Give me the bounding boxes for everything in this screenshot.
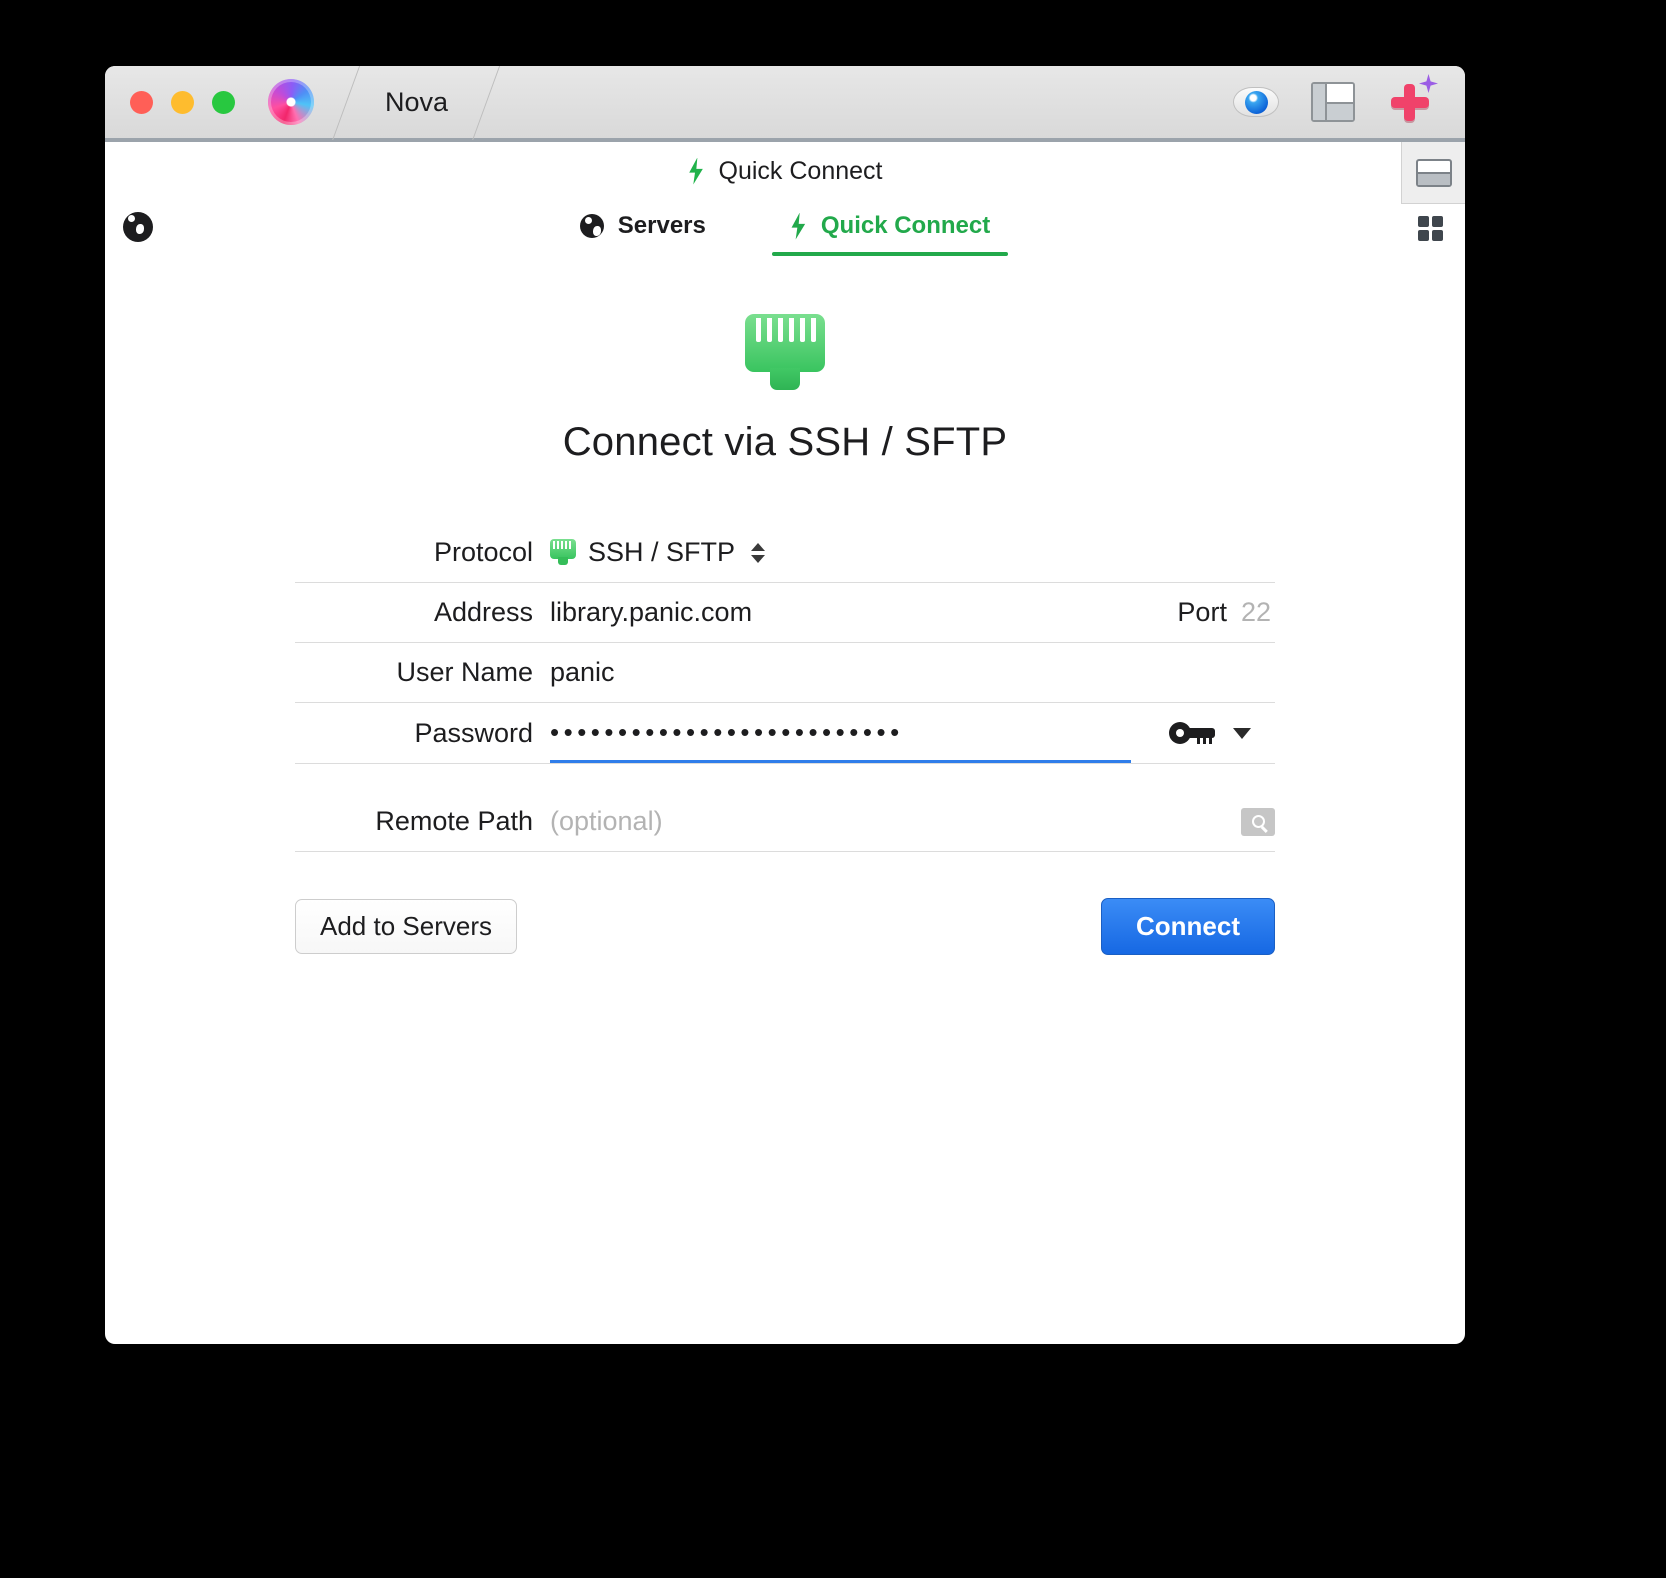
plus-sparkle-icon[interactable]	[1387, 74, 1438, 126]
address-input[interactable]: library.panic.com	[550, 597, 752, 628]
username-input[interactable]: panic	[550, 657, 615, 688]
app-window: Nova Quick Connect Servers Quick Connect…	[105, 66, 1465, 1344]
up-down-stepper-icon[interactable]	[751, 542, 766, 563]
toggle-sidebar-button[interactable]	[1401, 142, 1465, 204]
key-icon[interactable]	[1169, 722, 1215, 744]
globe-icon	[579, 214, 604, 238]
page-title: Connect via SSH / SFTP	[562, 420, 1008, 464]
port-input[interactable]: 22	[1241, 597, 1271, 628]
grid-view-icon[interactable]	[1418, 216, 1443, 241]
rj45-ethernet-icon	[550, 538, 576, 567]
remote-path-label: Remote Path	[375, 806, 533, 836]
remote-path-input[interactable]: (optional)	[550, 806, 663, 837]
protocol-select-value[interactable]: SSH / SFTP	[588, 537, 735, 568]
window-title: Nova	[385, 86, 449, 117]
tab-servers-label: Servers	[617, 212, 706, 239]
layout-panel-icon[interactable]	[1311, 82, 1355, 122]
tab-quick-connect[interactable]: Quick Connect	[771, 206, 1009, 256]
quick-connect-header-title: Quick Connect	[718, 156, 883, 185]
form-actions: Add to Servers Connect	[295, 898, 1275, 955]
chevron-down-icon[interactable]	[1233, 727, 1251, 739]
eye-icon[interactable]	[1233, 87, 1279, 117]
rj45-ethernet-icon	[745, 314, 825, 392]
password-row-divider	[295, 763, 1275, 764]
form-row-remote-path: Remote Path (optional)	[295, 792, 1275, 852]
username-label: User Name	[396, 657, 533, 687]
traffic-lights	[130, 90, 235, 114]
form-row-protocol: Protocol SSH / SFTP	[295, 523, 1275, 583]
main-content: Connect via SSH / SFTP Protocol SSH / SF…	[105, 262, 1465, 955]
quick-connect-header: Quick Connect	[105, 142, 1465, 204]
panel-split-icon	[1415, 158, 1452, 187]
address-label: Address	[433, 597, 533, 627]
titlebar-actions	[1233, 74, 1465, 126]
protocol-label: Protocol	[433, 537, 533, 567]
close-button[interactable]	[130, 90, 153, 114]
lightning-bolt-icon	[689, 157, 703, 185]
lightning-bolt-icon	[791, 212, 806, 240]
password-label: Password	[414, 717, 533, 748]
connection-form: Protocol SSH / SFTP Address library.pani…	[295, 523, 1275, 852]
password-input[interactable]: ••••••••••••••••••••••••••	[550, 703, 1131, 763]
minimize-button[interactable]	[171, 90, 194, 114]
tab-servers[interactable]: Servers	[562, 206, 724, 256]
form-row-username: User Name panic	[295, 643, 1275, 703]
tab-bar: Servers Quick Connect	[105, 200, 1465, 262]
browse-magnifier-icon[interactable]	[1241, 807, 1275, 836]
connect-button[interactable]: Connect	[1101, 898, 1275, 955]
nova-app-logo-icon	[268, 79, 314, 125]
title-bar: Nova	[105, 66, 1465, 142]
add-to-servers-button[interactable]: Add to Servers	[295, 899, 517, 954]
tab-quick-connect-label: Quick Connect	[820, 212, 991, 239]
globe-icon[interactable]	[123, 212, 153, 242]
zoom-button[interactable]	[212, 90, 235, 114]
port-label: Port	[1177, 597, 1227, 627]
form-row-password: Password ••••••••••••••••••••••••••	[295, 703, 1275, 763]
form-row-address: Address library.panic.com Port 22	[295, 583, 1275, 643]
